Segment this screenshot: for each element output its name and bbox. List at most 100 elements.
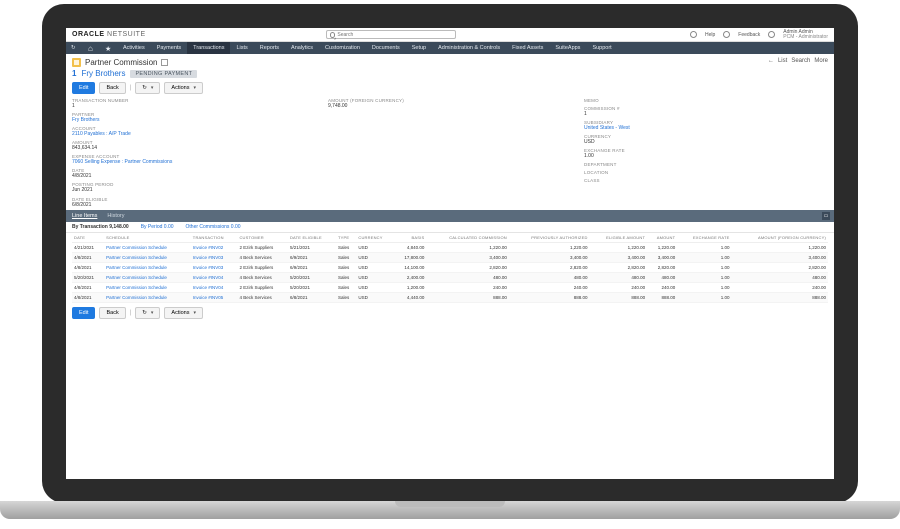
- transaction-link[interactable]: Invoice #INV04: [191, 273, 238, 283]
- commission-table-wrap: DATESCHEDULETRANSACTIONCUSTOMERDATE ELIG…: [66, 233, 834, 303]
- column-header[interactable]: DATE ELIGIBLE: [288, 233, 336, 243]
- user-avatar[interactable]: [768, 31, 775, 38]
- summary-field: CURRENCYUSD: [584, 134, 828, 145]
- column-header[interactable]: PREVIOUSLY AUTHORIZED: [509, 233, 590, 243]
- nav-suiteapps[interactable]: SuiteApps: [549, 42, 586, 54]
- column-header[interactable]: AMOUNT: [647, 233, 677, 243]
- summary-fields: TRANSACTION NUMBER1PARTNERFry BrothersAC…: [66, 98, 834, 197]
- header-more[interactable]: More: [814, 58, 828, 64]
- field-value[interactable]: 2110 Payables : A/P Trade: [72, 131, 316, 137]
- table-row[interactable]: 4/8/2021Partner Commission ScheduleInvoi…: [72, 263, 828, 273]
- summary-field: CLASS: [584, 178, 828, 183]
- column-header[interactable]: BASIS: [394, 233, 426, 243]
- summary-field: EXPENSE ACCOUNT7060 Selling Expense : Pa…: [72, 154, 316, 165]
- column-header[interactable]: CURRENCY: [356, 233, 394, 243]
- transaction-link[interactable]: Invoice #INV05: [191, 293, 238, 303]
- field-value: Jun 2021: [72, 187, 316, 193]
- column-header[interactable]: CALCULATED COMMISSION: [426, 233, 509, 243]
- collapse-icon[interactable]: ▭: [822, 212, 830, 220]
- field-value[interactable]: Fry Brothers: [72, 117, 316, 123]
- nav-reload-icon[interactable]: ↻: [66, 42, 83, 54]
- schedule-link[interactable]: Partner Commission Schedule: [104, 283, 191, 293]
- record-partner-name[interactable]: Fry Brothers: [81, 69, 125, 78]
- open-external-icon[interactable]: [161, 59, 168, 66]
- header-list[interactable]: List: [778, 58, 787, 64]
- tab-line-items[interactable]: Line Items: [72, 213, 97, 219]
- chevron-down-icon: [149, 310, 154, 316]
- subtab-by-transaction[interactable]: By Transaction 9,148.00: [72, 224, 129, 230]
- column-header[interactable]: TYPE: [336, 233, 356, 243]
- nav-admin-controls[interactable]: Administration & Controls: [432, 42, 506, 54]
- tab-history[interactable]: History: [107, 213, 124, 219]
- nav-fixed-assets[interactable]: Fixed Assets: [506, 42, 549, 54]
- column-header[interactable]: SCHEDULE: [104, 233, 191, 243]
- back-button-bottom[interactable]: Back: [99, 307, 125, 319]
- nav-home-icon[interactable]: [83, 42, 100, 54]
- transaction-link[interactable]: Invoice #INV03: [191, 253, 238, 263]
- search-input[interactable]: [337, 32, 451, 38]
- subtab-other-commissions[interactable]: Other Commissions 0.00: [186, 224, 241, 230]
- column-header[interactable]: CUSTOMER: [237, 233, 288, 243]
- schedule-link[interactable]: Partner Commission Schedule: [104, 253, 191, 263]
- header-search[interactable]: Search: [791, 58, 810, 64]
- help-link[interactable]: Help: [705, 32, 715, 38]
- header-actions: ← List Search More: [768, 58, 828, 64]
- nav-setup[interactable]: Setup: [406, 42, 432, 54]
- main-nav: ↻ Activities Payments Transactions Lists…: [66, 42, 834, 54]
- transaction-link[interactable]: Invoice #INV02: [191, 243, 238, 253]
- field-value[interactable]: 7060 Selling Expense : Partner Commissio…: [72, 159, 316, 165]
- header-back-icon[interactable]: ←: [768, 58, 774, 64]
- refresh-button[interactable]: ↻: [135, 82, 160, 94]
- summary-field: PARTNERFry Brothers: [72, 112, 316, 123]
- nav-activities[interactable]: Activities: [117, 42, 151, 54]
- nav-transactions[interactable]: Transactions: [187, 42, 230, 54]
- refresh-button-bottom[interactable]: ↻: [135, 307, 160, 319]
- subtab-by-period[interactable]: By Period 0.00: [141, 224, 174, 230]
- brand-oracle: ORACLE: [72, 31, 105, 38]
- nav-analytics[interactable]: Analytics: [285, 42, 319, 54]
- schedule-link[interactable]: Partner Commission Schedule: [104, 273, 191, 283]
- edit-button-bottom[interactable]: Edit: [72, 307, 95, 319]
- feedback-icon[interactable]: [723, 31, 730, 38]
- transaction-link[interactable]: Invoice #INV03: [191, 263, 238, 273]
- summary-field: MEMO: [584, 98, 828, 103]
- column-header[interactable]: ELIGIBLE AMOUNT: [590, 233, 648, 243]
- nav-support[interactable]: Support: [586, 42, 617, 54]
- field-label: MEMO: [584, 98, 828, 103]
- feedback-link[interactable]: Feedback: [738, 32, 760, 38]
- refresh-icon: ↻: [142, 310, 147, 316]
- table-row[interactable]: 4/8/2021Partner Commission ScheduleInvoi…: [72, 253, 828, 263]
- actions-button[interactable]: Actions: [164, 82, 203, 94]
- nav-lists[interactable]: Lists: [230, 42, 253, 54]
- actions-button-bottom[interactable]: Actions: [164, 307, 203, 319]
- help-icon[interactable]: [690, 31, 697, 38]
- nav-documents[interactable]: Documents: [366, 42, 406, 54]
- field-value: USD: [584, 139, 828, 145]
- summary-field: AMOUNT843,634.14: [72, 140, 316, 151]
- back-button[interactable]: Back: [99, 82, 125, 94]
- table-row[interactable]: 4/8/2021Partner Commission ScheduleInvoi…: [72, 293, 828, 303]
- user-role: PCM - Administrator: [783, 35, 828, 40]
- nav-reports[interactable]: Reports: [254, 42, 285, 54]
- field-value[interactable]: United States - West: [584, 125, 828, 131]
- summary-field: POSTING PERIODJun 2021: [72, 182, 316, 193]
- nav-customization[interactable]: Customization: [319, 42, 366, 54]
- transaction-link[interactable]: Invoice #INV04: [191, 283, 238, 293]
- field-value: 1: [584, 111, 828, 117]
- nav-star-icon[interactable]: [100, 42, 117, 54]
- schedule-link[interactable]: Partner Commission Schedule: [104, 243, 191, 253]
- column-header[interactable]: AMOUNT (FOREIGN CURRENCY): [731, 233, 828, 243]
- table-row[interactable]: 5/20/2021Partner Commission ScheduleInvo…: [72, 273, 828, 283]
- column-header[interactable]: TRANSACTION: [191, 233, 238, 243]
- schedule-link[interactable]: Partner Commission Schedule: [104, 293, 191, 303]
- table-row[interactable]: 4/8/2021Partner Commission ScheduleInvoi…: [72, 283, 828, 293]
- nav-payments[interactable]: Payments: [151, 42, 187, 54]
- global-search[interactable]: [326, 30, 456, 39]
- brand-bar: ORACLE NETSUITE Help Feedback Admin Admi…: [66, 28, 834, 42]
- table-row[interactable]: 4/21/2021Partner Commission ScheduleInvo…: [72, 243, 828, 253]
- column-header[interactable]: EXCHANGE RATE: [677, 233, 731, 243]
- schedule-link[interactable]: Partner Commission Schedule: [104, 263, 191, 273]
- field-value: 1: [72, 103, 316, 109]
- column-header[interactable]: DATE: [72, 233, 104, 243]
- edit-button[interactable]: Edit: [72, 82, 95, 94]
